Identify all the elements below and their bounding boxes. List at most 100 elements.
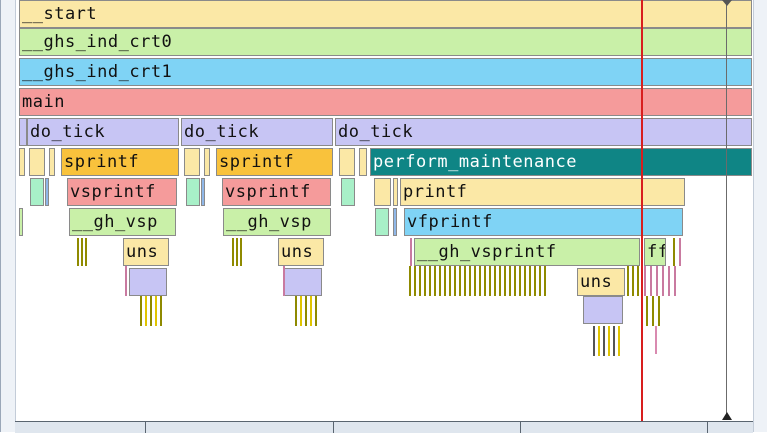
frame-small[interactable] (393, 208, 397, 236)
sample-tick (529, 266, 531, 296)
sample-tick (150, 296, 152, 326)
axis-tick (707, 422, 708, 433)
sample-tick (125, 266, 127, 296)
frame-small[interactable] (375, 208, 389, 236)
sample-tick (424, 266, 426, 296)
sample-tick (283, 266, 285, 296)
sample-tick (419, 266, 421, 296)
frame-small[interactable] (29, 148, 45, 176)
frame-small[interactable] (201, 178, 205, 206)
sample-tick (509, 266, 511, 296)
frame-ff[interactable]: ff (644, 238, 666, 266)
frame-small[interactable] (393, 178, 398, 206)
sample-tick (674, 266, 676, 296)
sample-tick (650, 266, 652, 296)
sample-tick (434, 266, 436, 296)
sample-tick (608, 326, 610, 356)
frame-do-tick-3[interactable]: do_tick (335, 118, 752, 146)
sample-tick (459, 266, 461, 296)
sample-tick (598, 326, 600, 356)
axis-tick (520, 422, 521, 433)
sample-tick (305, 296, 307, 326)
sample-tick (315, 296, 317, 326)
sample-tick (410, 238, 412, 266)
frame-do-tick-small[interactable] (19, 118, 27, 146)
frame-small[interactable] (186, 178, 200, 206)
frame-gh-vsp-2[interactable]: __gh_vsp (223, 208, 331, 236)
frame-do-tick-1[interactable]: do_tick (27, 118, 179, 146)
sample-tick (474, 266, 476, 296)
sample-tick (449, 266, 451, 296)
time-cursor-line[interactable] (641, 0, 643, 432)
sample-tick (658, 296, 660, 326)
frame-small[interactable] (583, 296, 623, 324)
sample-tick (454, 266, 456, 296)
time-marker-line[interactable] (726, 0, 727, 420)
sample-tick (652, 296, 654, 326)
frame-vsprintf-2[interactable]: vsprintf (222, 178, 331, 206)
frame-small[interactable] (19, 208, 23, 236)
frame-small[interactable] (129, 268, 167, 296)
sample-tick (439, 266, 441, 296)
sample-tick (444, 266, 446, 296)
sample-tick (524, 266, 526, 296)
sample-tick (618, 326, 620, 356)
sample-tick (504, 266, 506, 296)
frame-small[interactable] (339, 148, 355, 176)
frame-small[interactable] (45, 178, 49, 206)
sample-tick (484, 266, 486, 296)
sample-tick (644, 266, 646, 296)
frame-small[interactable] (184, 148, 200, 176)
frame-vsprintf-1[interactable]: vsprintf (67, 178, 177, 206)
axis-tick (333, 422, 334, 433)
sample-tick (519, 266, 521, 296)
frame-uns-2[interactable]: uns (278, 238, 324, 266)
sample-tick (469, 266, 471, 296)
frame-small[interactable] (30, 178, 44, 206)
sample-tick (414, 266, 416, 296)
frame-small[interactable] (284, 268, 322, 296)
sample-tick (81, 238, 83, 266)
sample-tick (295, 296, 297, 326)
sample-tick (429, 266, 431, 296)
sample-tick (656, 266, 658, 296)
flame-graph-window: __start __ghs_ind_crt0 __ghs_ind_crt1 ma… (0, 0, 767, 433)
sample-tick (77, 238, 79, 266)
sample-tick (140, 296, 142, 326)
frame-sprintf-1[interactable]: sprintf (61, 148, 179, 176)
sample-tick (494, 266, 496, 296)
sample-tick (668, 266, 670, 296)
sample-tick (539, 266, 541, 296)
sample-tick (679, 238, 681, 266)
sample-tick (673, 238, 675, 266)
sample-tick (479, 266, 481, 296)
marker-top-arrow-icon[interactable] (722, 0, 732, 6)
frame-gh-vsp-1[interactable]: __gh_vsp (69, 208, 176, 236)
sample-tick (544, 266, 546, 296)
frame-small[interactable] (204, 148, 210, 176)
sample-tick (489, 266, 491, 296)
frame-small[interactable] (19, 148, 25, 176)
call-stack-canvas[interactable]: __start __ghs_ind_crt0 __ghs_ind_crt1 ma… (1, 0, 767, 432)
frame-sprintf-2[interactable]: sprintf (216, 148, 333, 176)
sample-tick (155, 296, 157, 326)
frame-small[interactable] (341, 178, 355, 206)
axis-tick (145, 422, 146, 433)
sample-tick (236, 238, 238, 266)
frame-small[interactable] (374, 178, 391, 206)
sample-tick (464, 266, 466, 296)
sample-tick (85, 238, 87, 266)
sample-tick (655, 326, 657, 354)
frame-uns-1[interactable]: uns (123, 238, 169, 266)
frame-small[interactable] (49, 148, 55, 176)
frame-small[interactable] (359, 148, 367, 176)
time-axis[interactable] (15, 421, 753, 433)
sample-tick (145, 296, 147, 326)
frame-do-tick-2[interactable]: do_tick (181, 118, 333, 146)
sample-tick (662, 266, 664, 296)
marker-bottom-arrow-icon[interactable] (722, 412, 732, 420)
sample-tick (627, 266, 629, 296)
frame-gh-vsprintf[interactable]: __gh_vsprintf (414, 238, 640, 266)
frame-uns-3[interactable]: uns (577, 268, 625, 296)
frame-perform-maintenance[interactable]: perform_maintenance (370, 148, 752, 176)
